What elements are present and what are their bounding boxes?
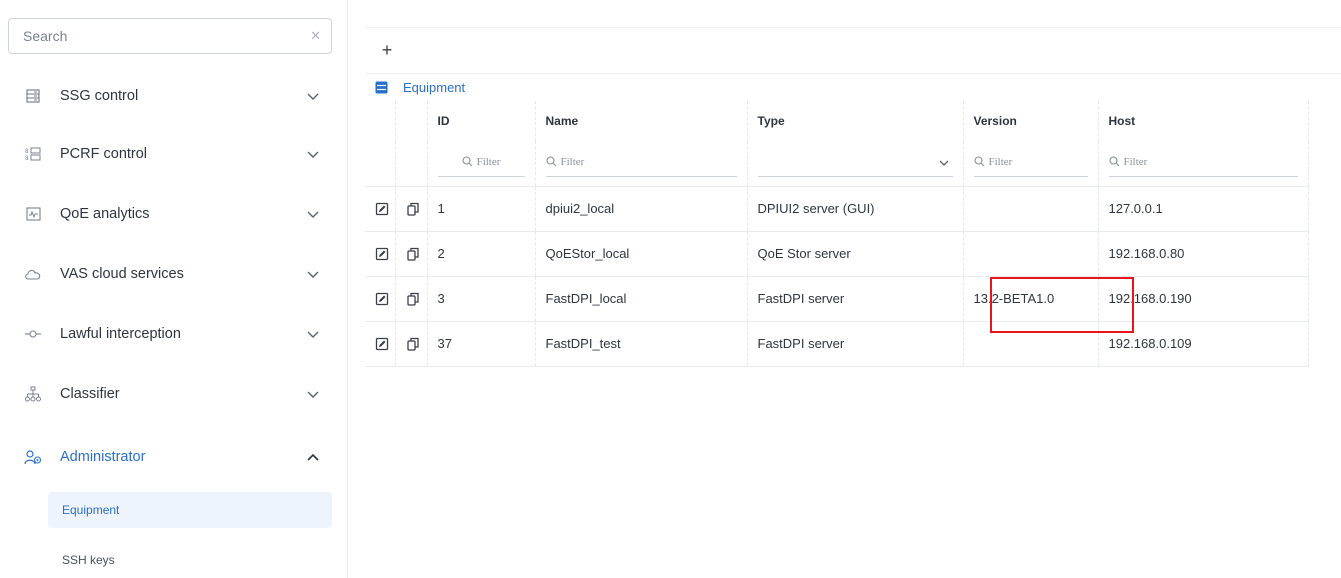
search-icon <box>973 156 984 167</box>
equipment-table: ID Name Type Version Host Filter Filter <box>365 101 1309 367</box>
highlight-annotation <box>990 277 1134 333</box>
chevron-down-icon <box>306 207 320 221</box>
sidebar: ✕ SSG control 88 PCRF control QoE analyt… <box>0 0 348 578</box>
divider <box>365 27 1341 28</box>
edit-icon[interactable] <box>375 202 389 216</box>
search-icon <box>545 156 556 167</box>
version-filter-input[interactable]: Filter <box>973 147 1088 177</box>
add-button[interactable]: + <box>377 40 397 60</box>
search-input[interactable] <box>9 19 299 53</box>
header-cell-edit <box>365 101 396 141</box>
chevron-down-icon <box>306 147 320 161</box>
sidebar-item-label: QoE analytics <box>60 206 150 222</box>
sidebar-item-label: PCRF control <box>60 146 148 162</box>
search-icon <box>1108 156 1119 167</box>
analytics-chart-icon <box>24 205 42 223</box>
table-row: 1 dpiui2_local DPIUI2 server (GUI) 127.0… <box>365 185 1309 231</box>
interception-icon <box>24 325 42 343</box>
cloud-icon <box>24 265 42 283</box>
cell-id: 1 <box>427 185 536 231</box>
sidebar-item-vas-cloud-services[interactable]: VAS cloud services <box>0 244 348 304</box>
column-header-name[interactable]: Name <box>535 101 748 141</box>
cell-type: FastDPI server <box>747 320 964 367</box>
cell-name: dpiui2_local <box>535 185 748 231</box>
copy-icon[interactable] <box>406 247 420 261</box>
cell-type: DPIUI2 server (GUI) <box>747 185 964 231</box>
cell-id: 2 <box>427 230 536 276</box>
cell-version <box>963 230 1099 276</box>
chevron-down-icon <box>306 387 320 401</box>
cell-name: QoEStor_local <box>535 230 748 276</box>
column-header-version[interactable]: Version <box>963 101 1099 141</box>
pcrf-icon: 88 <box>24 145 42 163</box>
main-content: + Equipment ID Name Type Version Host Fi… <box>349 0 1341 578</box>
filter-placeholder: Filter <box>988 155 1013 168</box>
chevron-down-icon <box>306 267 320 281</box>
cell-name: FastDPI_local <box>535 275 748 321</box>
copy-icon[interactable] <box>406 202 420 216</box>
table-row: 2 QoEStor_local QoE Stor server 192.168.… <box>365 230 1309 276</box>
svg-text:8: 8 <box>25 155 29 161</box>
sidebar-item-label: Lawful interception <box>60 326 181 342</box>
search-icon <box>462 156 472 167</box>
sidebar-item-ssg-control[interactable]: SSG control <box>0 66 348 126</box>
sidebar-item-qoe-analytics[interactable]: QoE analytics <box>0 184 348 244</box>
cell-type: FastDPI server <box>747 275 964 321</box>
copy-icon[interactable] <box>406 292 420 306</box>
subnav-item-equipment[interactable]: Equipment <box>48 492 332 528</box>
host-filter-input[interactable]: Filter <box>1108 147 1298 177</box>
table-row: 3 FastDPI_local FastDPI server 13.2-BETA… <box>365 275 1309 321</box>
cell-type: QoE Stor server <box>747 230 964 276</box>
chevron-down-icon <box>306 89 320 103</box>
cell-host: 127.0.0.1 <box>1098 185 1309 231</box>
sidebar-item-label: SSG control <box>60 88 139 104</box>
svg-text:8: 8 <box>25 148 29 155</box>
cell-id: 3 <box>427 275 536 321</box>
id-filter-input[interactable]: Filter <box>437 147 525 177</box>
table-header-row: ID Name Type Version Host <box>365 101 1309 141</box>
filter-placeholder: Filter <box>1123 155 1148 168</box>
filter-row: Filter Filter Filter Filter <box>365 141 1309 186</box>
chevron-down-icon <box>939 160 948 166</box>
hierarchy-icon <box>24 385 42 403</box>
edit-icon[interactable] <box>375 247 389 261</box>
cell-host: 192.168.0.80 <box>1098 230 1309 276</box>
clear-search-icon[interactable]: ✕ <box>310 28 321 44</box>
edit-icon[interactable] <box>375 337 389 351</box>
subnav-item-ssh-keys[interactable]: SSH keys <box>48 542 332 578</box>
table-row: 37 FastDPI_test FastDPI server 192.168.0… <box>365 320 1309 367</box>
cell-id: 37 <box>427 320 536 367</box>
admin-users-icon <box>24 448 42 466</box>
sidebar-item-classifier[interactable]: Classifier <box>0 364 348 424</box>
column-header-id[interactable]: ID <box>427 101 536 141</box>
sidebar-item-label: Classifier <box>60 386 120 402</box>
type-filter-select[interactable] <box>757 147 953 177</box>
sidebar-item-label: Administrator <box>60 449 146 465</box>
cell-name: FastDPI_test <box>535 320 748 367</box>
chevron-up-icon <box>306 450 320 464</box>
search-box: ✕ <box>8 18 332 54</box>
sidebar-item-lawful-interception[interactable]: Lawful interception <box>0 304 348 364</box>
chevron-down-icon <box>306 327 320 341</box>
column-header-host[interactable]: Host <box>1098 101 1309 141</box>
filter-placeholder: Filter <box>560 155 585 168</box>
sidebar-item-administrator[interactable]: Administrator <box>0 427 348 487</box>
sidebar-item-label: VAS cloud services <box>60 266 184 282</box>
table-icon <box>375 81 388 94</box>
header-cell-copy <box>395 101 428 141</box>
section-header: Equipment <box>365 73 1341 101</box>
server-rack-icon <box>24 87 42 105</box>
filter-placeholder: Filter <box>476 155 501 168</box>
column-header-type[interactable]: Type <box>747 101 964 141</box>
section-title: Equipment <box>403 80 466 95</box>
edit-icon[interactable] <box>375 292 389 306</box>
sidebar-item-pcrf-control[interactable]: 88 PCRF control <box>0 124 348 184</box>
cell-version <box>963 185 1099 231</box>
name-filter-input[interactable]: Filter <box>545 147 737 177</box>
copy-icon[interactable] <box>406 337 420 351</box>
